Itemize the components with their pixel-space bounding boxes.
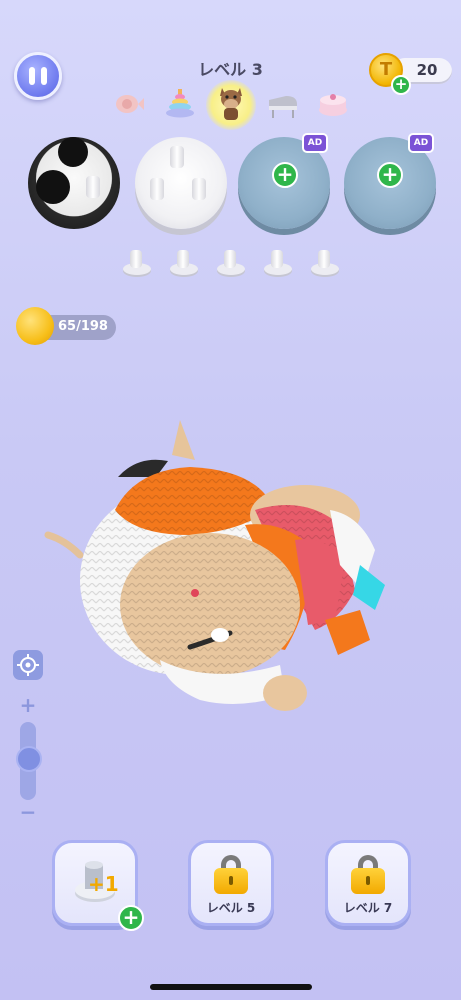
stacking-rings-icon — [166, 89, 194, 118]
yarn-progress-text: 65/198 — [58, 319, 108, 334]
peg — [86, 176, 100, 198]
locked-level-5-label: レベル 5 — [206, 901, 256, 915]
yarn-ball-icon — [16, 307, 54, 345]
empty-peg[interactable] — [224, 250, 236, 268]
empty-peg[interactable] — [177, 250, 189, 268]
ad-badge: AD — [408, 133, 434, 153]
locked-level-7-label: レベル 7 — [343, 901, 393, 915]
target-icon — [17, 654, 39, 676]
black-yarn-spool — [36, 170, 70, 204]
peg — [150, 178, 164, 200]
piano-icon — [269, 96, 297, 118]
empty-peg[interactable] — [318, 250, 330, 268]
horse-icon — [220, 88, 242, 120]
empty-peg[interactable] — [271, 250, 283, 268]
home-indicator[interactable] — [150, 984, 312, 990]
knitted-horse-model[interactable] — [40, 415, 400, 725]
peg — [170, 146, 184, 168]
ad-badge: AD — [302, 133, 328, 153]
empty-peg[interactable] — [130, 250, 142, 268]
peg — [192, 178, 206, 200]
unlock-slot-button[interactable]: + — [272, 162, 298, 188]
zoom-slider-handle[interactable] — [16, 746, 42, 772]
plus-one-label: +1 — [88, 872, 119, 896]
recenter-button[interactable] — [13, 650, 43, 680]
zoom-in-button[interactable]: + — [18, 693, 38, 717]
add-peg-plus-icon: + — [118, 905, 144, 931]
coin-count: 20 — [416, 61, 438, 79]
buy-coins-button[interactable]: + — [391, 75, 411, 95]
yarn-fish-icon — [116, 95, 144, 113]
cake-icon — [319, 94, 347, 116]
black-yarn-spool — [58, 137, 88, 167]
unlock-slot-button[interactable]: + — [377, 162, 403, 188]
zoom-out-button[interactable]: − — [18, 800, 38, 824]
